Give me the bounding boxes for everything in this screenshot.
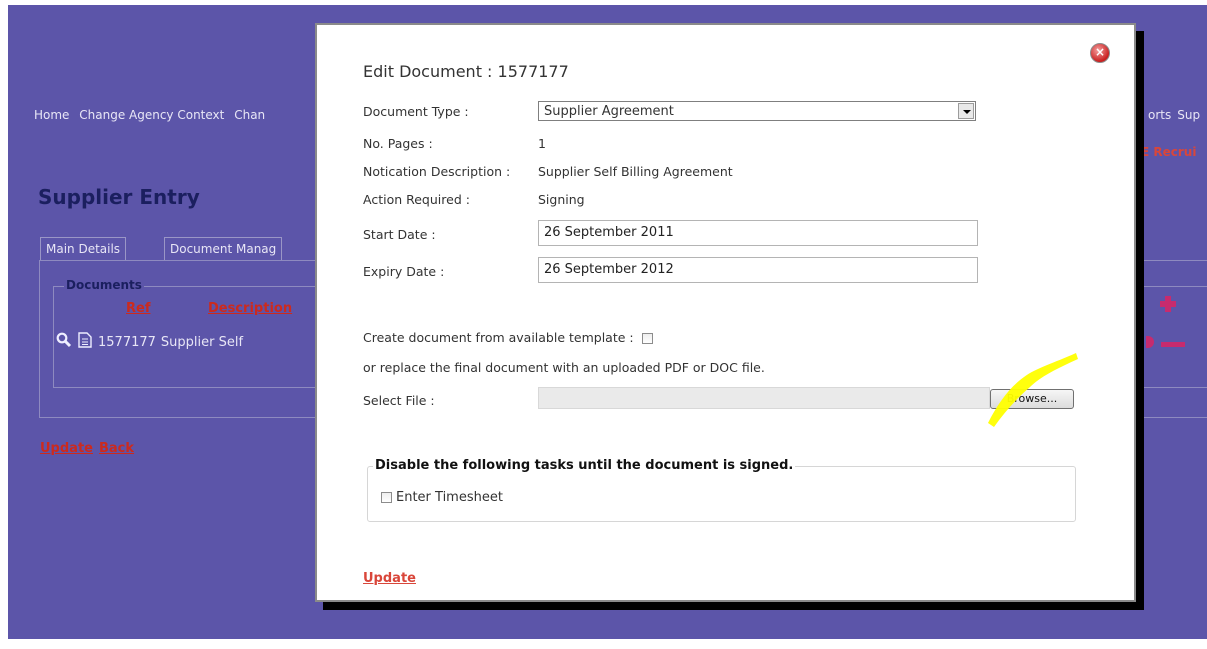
create-template-checkbox[interactable]: [641, 333, 653, 344]
disable-tasks-legend: Disable the following tasks until the do…: [373, 458, 796, 473]
nav-home[interactable]: Home: [34, 108, 69, 122]
column-header-description[interactable]: Description: [208, 301, 292, 316]
column-header-ref[interactable]: Ref: [126, 301, 150, 316]
enter-timesheet-checkbox[interactable]: [381, 492, 392, 503]
page-links: Update Back: [40, 441, 140, 456]
nav-change-agency-context[interactable]: Change Agency Context: [79, 108, 224, 122]
expiry-date-field[interactable]: 26 September 2012: [538, 257, 978, 283]
magnifier-icon[interactable]: [56, 332, 72, 352]
row-description: Supplier Self: [160, 334, 244, 350]
top-nav: Home Change Agency Context Chan: [34, 108, 271, 122]
nav-change-partial[interactable]: Chan: [234, 108, 265, 122]
create-template-label: Create document from available template …: [363, 330, 634, 345]
page-title: Supplier Entry: [38, 185, 200, 209]
select-file-label: Select File :: [363, 393, 435, 408]
notication-description-label: Notication Description :: [363, 164, 511, 179]
enter-timesheet-row: Enter Timesheet: [381, 490, 503, 505]
documents-legend: Documents: [64, 278, 144, 292]
file-path-input[interactable]: [538, 387, 990, 409]
plus-icon[interactable]: [1160, 296, 1176, 312]
action-required-label: Action Required :: [363, 192, 470, 207]
replace-file-text: or replace the final document with an up…: [363, 360, 765, 375]
edit-document-modal: × Edit Document : 1577177 Document Type …: [315, 23, 1136, 602]
create-template-row: Create document from available template …: [363, 330, 653, 345]
close-icon[interactable]: ×: [1090, 43, 1110, 63]
document-type-value: Supplier Agreement: [544, 104, 674, 119]
tab-document-management[interactable]: Document Manag: [164, 237, 283, 260]
nav-support-partial[interactable]: Sup: [1177, 108, 1200, 122]
top-nav-right: orts Sup: [1148, 108, 1206, 122]
page-back-link[interactable]: Back: [99, 441, 134, 456]
highlight-annotation: [988, 353, 1078, 427]
modal-title: Edit Document : 1577177: [363, 62, 569, 81]
minus-icon[interactable]: [1161, 342, 1185, 347]
start-date-field[interactable]: 26 September 2011: [538, 220, 978, 246]
chevron-down-icon[interactable]: [958, 103, 974, 119]
enter-timesheet-label: Enter Timesheet: [396, 490, 503, 505]
nav-reports-partial[interactable]: orts: [1148, 108, 1171, 122]
action-required-value: Signing: [538, 192, 585, 207]
page-update-link[interactable]: Update: [40, 441, 93, 456]
row-ref: 1577177: [98, 334, 156, 350]
document-row: 1577177 Supplier Self: [56, 332, 243, 352]
no-pages-value: 1: [538, 136, 546, 151]
no-pages-label: No. Pages :: [363, 136, 433, 151]
start-date-label: Start Date :: [363, 227, 436, 242]
document-type-select[interactable]: Supplier Agreement: [538, 101, 976, 121]
document-type-label: Document Type :: [363, 104, 469, 119]
notication-description-value: Supplier Self Billing Agreement: [538, 164, 733, 179]
modal-update-link[interactable]: Update: [363, 571, 416, 586]
agency-name-link[interactable]: E Recrui: [1141, 145, 1196, 159]
tab-main-details[interactable]: Main Details: [40, 237, 127, 260]
document-icon[interactable]: [78, 332, 92, 352]
expiry-date-label: Expiry Date :: [363, 264, 445, 279]
